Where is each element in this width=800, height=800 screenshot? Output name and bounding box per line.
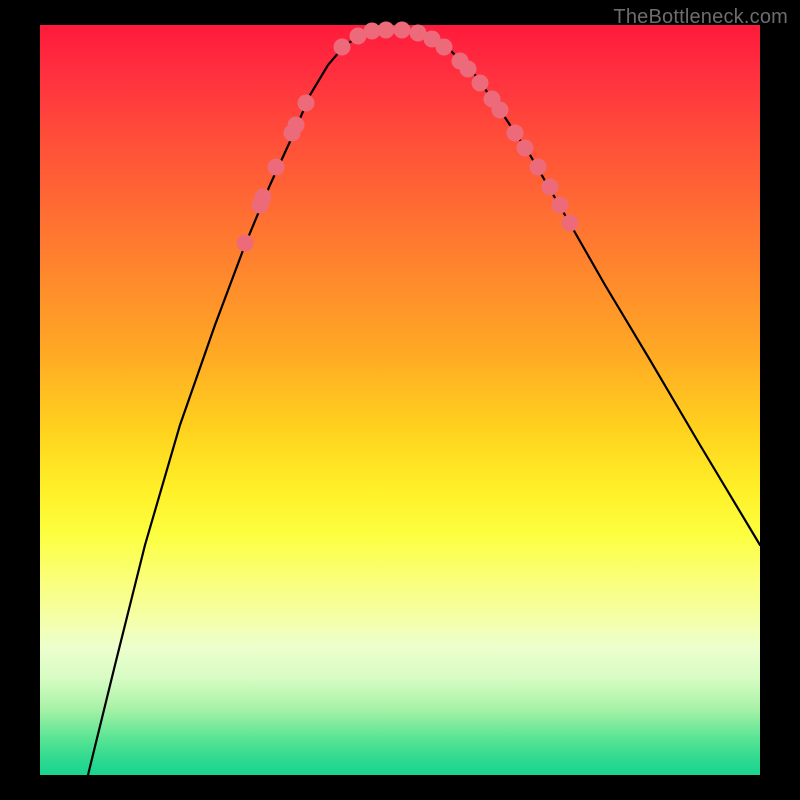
sample-point bbox=[255, 189, 272, 206]
sample-point bbox=[378, 22, 395, 39]
sample-point bbox=[552, 197, 569, 214]
sample-point bbox=[436, 39, 453, 56]
chart-svg bbox=[40, 25, 760, 775]
watermark: TheBottleneck.com bbox=[613, 6, 788, 29]
sample-point bbox=[562, 215, 579, 232]
sample-point bbox=[517, 140, 534, 157]
sample-point bbox=[472, 75, 489, 92]
sample-point bbox=[460, 61, 477, 78]
sample-point bbox=[288, 117, 305, 134]
bottleneck-curve bbox=[88, 30, 760, 775]
chart-frame: TheBottleneck.com bbox=[0, 0, 800, 800]
sample-point bbox=[492, 102, 509, 119]
sample-point bbox=[542, 179, 559, 196]
sample-point bbox=[237, 235, 254, 252]
sample-point bbox=[394, 22, 411, 39]
sample-points-group bbox=[237, 22, 579, 252]
sample-point bbox=[507, 125, 524, 142]
sample-point bbox=[334, 39, 351, 56]
sample-point bbox=[268, 159, 285, 176]
sample-point bbox=[298, 95, 315, 112]
sample-point bbox=[530, 159, 547, 176]
